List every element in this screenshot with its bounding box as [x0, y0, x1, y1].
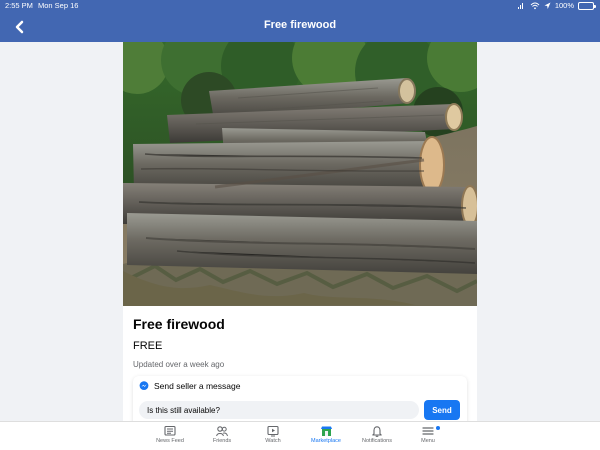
listing-image[interactable]	[123, 42, 477, 306]
tab-watch[interactable]: Watch	[244, 425, 302, 449]
messenger-icon	[139, 381, 149, 390]
tab-notifications[interactable]: Notifications	[348, 425, 406, 449]
listing-card: Free firewood FREE Updated over a week a…	[123, 42, 477, 422]
menu-icon	[422, 427, 434, 435]
status-time: 2:55 PM	[5, 1, 33, 10]
location-arrow-icon	[544, 2, 551, 9]
menu-notification-dot	[436, 426, 440, 430]
tab-watch-label: Watch	[265, 438, 281, 444]
status-date: Mon Sep 16	[38, 1, 79, 10]
message-header-label: Send seller a message	[154, 381, 241, 391]
marketplace-listing-screen: 2:55 PM Mon Sep 16 100% Free firewood Fr…	[0, 0, 600, 450]
tab-friends[interactable]: Friends	[193, 425, 251, 449]
page-title: Free firewood	[263, 19, 337, 31]
bell-icon	[372, 426, 382, 437]
firewood-logs-image	[123, 42, 477, 306]
watch-icon	[267, 425, 279, 437]
tab-menu-label: Menu	[421, 438, 435, 444]
tab-marketplace[interactable]: Marketplace	[297, 425, 355, 449]
status-indicators: 100%	[517, 0, 596, 12]
navigation-bar: Free firewood	[0, 12, 600, 42]
bottom-navigation: News Feed Friends Watch Marketplace Noti…	[0, 421, 600, 450]
tab-marketplace-label: Marketplace	[311, 438, 341, 444]
tab-news-feed[interactable]: News Feed	[141, 425, 199, 449]
tab-news-feed-label: News Feed	[156, 438, 184, 444]
wifi-icon	[530, 2, 540, 10]
listing-price: FREE	[133, 340, 163, 352]
status-bar: 2:55 PM Mon Sep 16 100%	[0, 0, 600, 12]
tab-menu[interactable]: Menu	[399, 425, 457, 449]
signal-icon	[517, 3, 523, 9]
listing-title: Free firewood	[133, 316, 225, 332]
marketplace-icon	[320, 426, 332, 436]
news-feed-icon	[164, 425, 176, 436]
message-input[interactable]	[139, 401, 419, 419]
friends-icon	[216, 426, 228, 437]
listing-updated: Updated over a week ago	[133, 360, 225, 369]
send-seller-message-box: Send seller a message Send	[133, 376, 467, 422]
tab-friends-label: Friends	[212, 438, 232, 444]
send-button[interactable]: Send	[424, 400, 460, 420]
top-bar: 2:55 PM Mon Sep 16 100% Free firewood	[0, 0, 600, 42]
tab-notifications-label: Notifications	[362, 438, 392, 444]
battery-percentage: 100%	[554, 1, 574, 10]
battery-icon	[578, 2, 596, 10]
message-header: Send seller a message	[139, 381, 240, 391]
